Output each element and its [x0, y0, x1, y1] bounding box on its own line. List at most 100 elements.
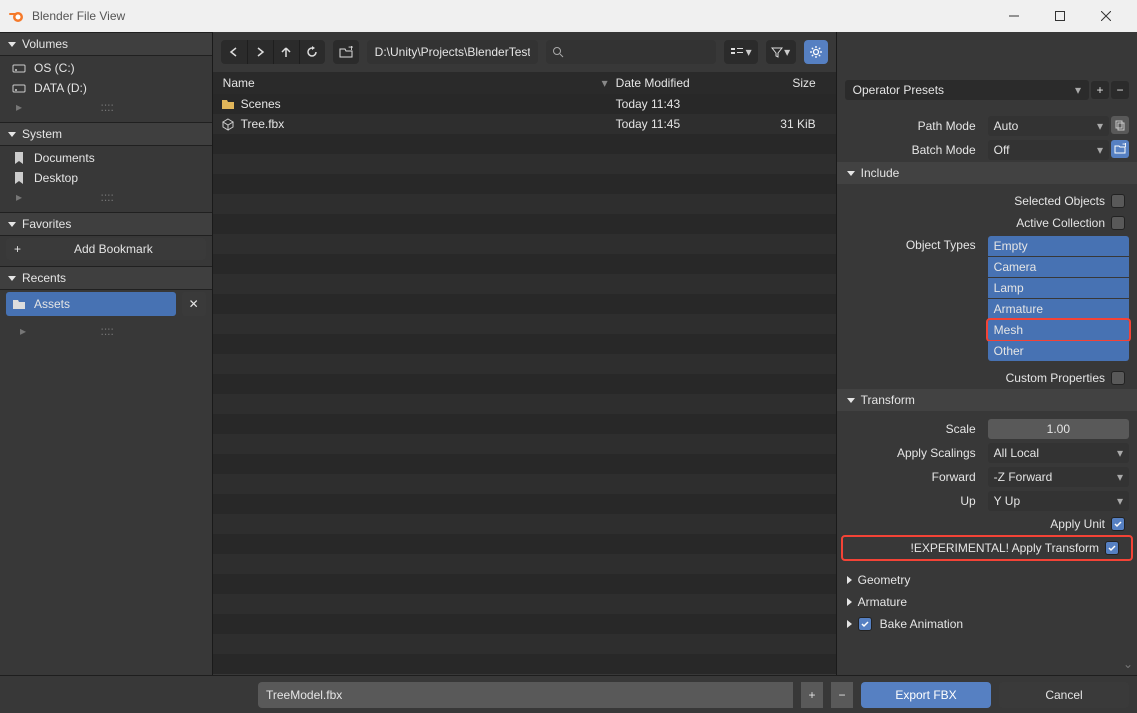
bake-animation-checkbox[interactable]: [858, 617, 872, 631]
forward-button[interactable]: [247, 40, 273, 64]
path-input[interactable]: [367, 40, 538, 64]
up-button[interactable]: [273, 40, 299, 64]
file-list-header: Name▾ Date Modified Size: [213, 72, 836, 94]
system-item[interactable]: Documents: [6, 148, 206, 168]
apply-unit-checkbox[interactable]: [1111, 517, 1125, 531]
volume-item[interactable]: OS (C:): [6, 58, 206, 78]
close-button[interactable]: [1083, 0, 1129, 32]
system-header[interactable]: System: [0, 122, 212, 146]
folder-icon: [12, 297, 26, 311]
object-type-empty[interactable]: Empty: [988, 236, 1129, 256]
refresh-button[interactable]: [299, 40, 325, 64]
preset-add-button[interactable]: +: [1091, 81, 1109, 99]
maximize-button[interactable]: [1037, 0, 1083, 32]
transform-section-header[interactable]: Transform: [837, 389, 1137, 411]
col-name[interactable]: Name▾: [213, 76, 616, 90]
settings-button[interactable]: [804, 40, 828, 64]
favorites-label: Favorites: [22, 217, 71, 231]
apply-transform-checkbox[interactable]: [1105, 541, 1119, 555]
add-bookmark-button[interactable]: + Add Bookmark: [6, 238, 206, 260]
bottom-bar: + − Export FBX Cancel: [0, 675, 1137, 713]
volume-item[interactable]: DATA (D:): [6, 78, 206, 98]
expand-icon[interactable]: ▸: [16, 100, 22, 114]
active-collection-label: Active Collection: [1016, 216, 1105, 230]
drive-icon: [12, 61, 26, 75]
object-types-label: Object Types: [837, 236, 982, 252]
expand-icon[interactable]: ▸: [16, 190, 22, 204]
recent-item[interactable]: Assets: [6, 292, 176, 316]
filename-input[interactable]: [258, 682, 793, 708]
armature-section-header[interactable]: Armature: [837, 591, 1137, 613]
favorites-header[interactable]: Favorites: [0, 212, 212, 236]
batch-mode-label: Batch Mode: [837, 143, 982, 157]
filename-decrement-button[interactable]: −: [831, 682, 853, 708]
grip-icon[interactable]: ::::: [101, 324, 114, 338]
up-label: Up: [837, 494, 982, 508]
display-mode-button[interactable]: ▾: [724, 40, 758, 64]
selected-objects-label: Selected Objects: [1014, 194, 1105, 208]
window-title: Blender File View: [32, 9, 125, 23]
forward-label: Forward: [837, 470, 982, 484]
minimize-button[interactable]: [991, 0, 1037, 32]
window: Blender File View Volumes OS (C:) DATA (…: [0, 0, 1137, 713]
folder-icon: [221, 97, 235, 111]
search-input[interactable]: [546, 40, 716, 64]
object-type-mesh[interactable]: Mesh: [988, 320, 1129, 340]
scroll-down-icon[interactable]: ⌄: [1123, 657, 1133, 671]
gear-icon: [809, 45, 823, 59]
selected-objects-checkbox[interactable]: [1111, 194, 1125, 208]
remove-recent-button[interactable]: ✕: [182, 292, 206, 316]
recents-header[interactable]: Recents: [0, 266, 212, 290]
path-mode-select[interactable]: Auto▾: [988, 116, 1109, 136]
volumes-header[interactable]: Volumes: [0, 32, 212, 56]
bookmark-icon: [12, 151, 26, 165]
apply-scalings-select[interactable]: All Local▾: [988, 443, 1129, 463]
bake-animation-section-header[interactable]: Bake Animation: [837, 613, 1137, 635]
file-area: + ▾ ▾ Name▾ Date Modified Size: [213, 32, 836, 675]
system-label: System: [22, 127, 62, 141]
object-type-camera[interactable]: Camera: [988, 257, 1129, 277]
file-row[interactable]: Tree.fbx Today 11:45 31 KiB: [213, 114, 836, 134]
titlebar: Blender File View: [0, 0, 1137, 32]
object-type-armature[interactable]: Armature: [988, 299, 1129, 319]
back-button[interactable]: [221, 40, 247, 64]
object-type-lamp[interactable]: Lamp: [988, 278, 1129, 298]
body: Volumes OS (C:) DATA (D:) ▸:::: System D…: [0, 32, 1137, 675]
system-item[interactable]: Desktop: [6, 168, 206, 188]
recents-label: Recents: [22, 271, 66, 285]
batch-mode-select[interactable]: Off▾: [988, 140, 1109, 160]
apply-scalings-label: Apply Scalings: [837, 446, 982, 460]
path-mode-copy-button[interactable]: [1111, 116, 1129, 134]
filename-increment-button[interactable]: +: [801, 682, 823, 708]
apply-transform-label: !EXPERIMENTAL! Apply Transform: [910, 541, 1099, 555]
custom-properties-label: Custom Properties: [1006, 371, 1105, 385]
object-type-other[interactable]: Other: [988, 341, 1129, 361]
up-select[interactable]: Y Up▾: [988, 491, 1129, 511]
export-button[interactable]: Export FBX: [861, 682, 991, 708]
forward-select[interactable]: -Z Forward▾: [988, 467, 1129, 487]
geometry-section-header[interactable]: Geometry: [837, 569, 1137, 591]
preset-remove-button[interactable]: −: [1111, 81, 1129, 99]
filter-button[interactable]: ▾: [766, 40, 796, 64]
col-date[interactable]: Date Modified: [616, 76, 746, 90]
operator-presets-select[interactable]: Operator Presets▾: [845, 80, 1089, 100]
expand-icon[interactable]: ▸: [20, 324, 26, 338]
grip-icon[interactable]: ::::: [101, 190, 114, 204]
batch-own-dir-button[interactable]: +: [1111, 140, 1129, 158]
grip-icon[interactable]: ::::: [101, 100, 114, 114]
file-3d-icon: [221, 117, 235, 131]
new-folder-button[interactable]: +: [333, 40, 359, 64]
scale-field[interactable]: 1.00: [988, 419, 1129, 439]
options-panel: Operator Presets▾ + − Path Mode Auto▾ Ba…: [836, 32, 1137, 675]
volumes-label: Volumes: [22, 37, 68, 51]
sidebar: Volumes OS (C:) DATA (D:) ▸:::: System D…: [0, 32, 213, 675]
custom-properties-checkbox[interactable]: [1111, 371, 1125, 385]
active-collection-checkbox[interactable]: [1111, 216, 1125, 230]
col-size[interactable]: Size: [746, 76, 836, 90]
blender-logo-icon: [8, 8, 24, 24]
file-row[interactable]: Scenes Today 11:43: [213, 94, 836, 114]
cancel-button[interactable]: Cancel: [999, 682, 1129, 708]
scale-label: Scale: [837, 422, 982, 436]
path-mode-label: Path Mode: [837, 119, 982, 133]
include-section-header[interactable]: Include: [837, 162, 1137, 184]
